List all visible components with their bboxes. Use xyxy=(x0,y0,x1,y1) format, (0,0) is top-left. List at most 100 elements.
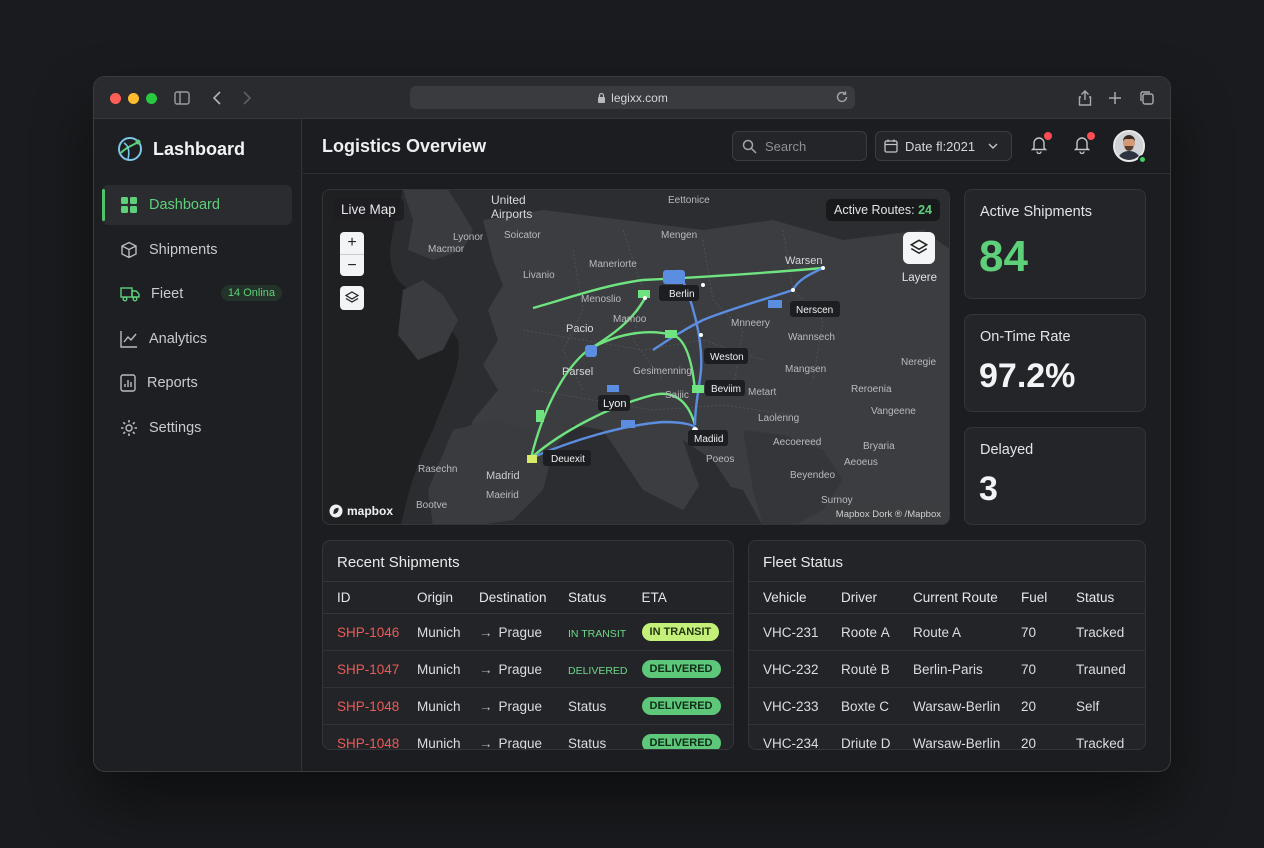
shipment-id[interactable]: SHP-1048 xyxy=(323,724,403,749)
sidebar-item-reports[interactable]: Reports xyxy=(102,363,292,403)
date-filter-dropdown[interactable]: Date fl:2021 xyxy=(875,131,1012,161)
route-cell: Berlin-Paris xyxy=(899,650,1007,688)
status-cell: Status xyxy=(554,724,628,749)
tabs-overview-icon[interactable] xyxy=(1137,88,1157,108)
report-icon xyxy=(120,374,136,392)
route-cell: Warsaw-Berlin xyxy=(899,724,1007,749)
browser-window: legixx.com Lashboard Dashboard Shipments… xyxy=(93,76,1171,772)
share-icon[interactable] xyxy=(1075,88,1095,108)
table-row[interactable]: SHP-1048 Munich → Prague Status DELIVERED xyxy=(323,687,733,725)
eta-cell: DELIVERED xyxy=(627,724,733,749)
header: Logistics Overview Date fl:2021 xyxy=(303,119,1170,174)
search-icon xyxy=(742,139,757,154)
notification-dot xyxy=(1087,132,1095,140)
city-deuexit: Deuexit xyxy=(551,454,585,465)
map-style-button[interactable] xyxy=(340,286,364,310)
search-input[interactable] xyxy=(765,138,860,154)
live-map[interactable]: United Airports Eettonice Mengen Warsen … xyxy=(322,189,950,525)
sidebar-item-analytics[interactable]: Analytics xyxy=(102,319,292,359)
sidebar-item-label: Analytics xyxy=(149,330,208,347)
table-row[interactable]: VHC-232 Routė B Berlin-Paris 70 Trauned xyxy=(749,650,1145,688)
sidebar-toggle-icon[interactable] xyxy=(172,88,192,108)
delayed-card: Delayed 3 xyxy=(964,427,1146,525)
svg-text:Parsel: Parsel xyxy=(562,366,593,378)
column-header[interactable]: Origin xyxy=(403,581,465,614)
sidebar-item-label: Reports xyxy=(147,375,198,391)
gear-icon xyxy=(121,419,137,436)
table-row[interactable]: VHC-231 Rootе A Route A 70 Tracked xyxy=(749,613,1145,651)
brand[interactable]: Lashboard xyxy=(116,135,245,163)
status-cell: Tracked xyxy=(1062,724,1145,749)
column-header[interactable]: ETA xyxy=(627,581,733,614)
truck-icon xyxy=(120,287,140,302)
svg-text:Bryaria: Bryaria xyxy=(863,441,895,452)
table-row[interactable]: VHC-234 Driute D Warsaw-Berlin 20 Tracke… xyxy=(749,724,1145,749)
back-icon[interactable] xyxy=(207,88,227,108)
address-bar[interactable]: legixx.com xyxy=(410,86,855,109)
svg-text:Saiiic: Saiiic xyxy=(665,390,689,401)
table-header-row: ID Origin Destination Status ETA xyxy=(323,581,733,614)
table-header-row: Vehicle Driver Current Route Fuel Status xyxy=(749,581,1145,614)
zoom-out-button[interactable]: − xyxy=(340,254,364,276)
column-header[interactable]: Current Route xyxy=(899,581,1007,614)
shipment-id[interactable]: SHP-1047 xyxy=(323,650,403,688)
table-row[interactable]: SHP-1047 Munich → Prague DELIVERED DELIVE… xyxy=(323,650,733,688)
zoom-in-button[interactable]: + xyxy=(340,232,364,254)
column-header[interactable]: Destination xyxy=(465,581,554,614)
shipment-id[interactable]: SHP-1046 xyxy=(323,613,403,651)
new-tab-icon[interactable] xyxy=(1105,88,1125,108)
table-row[interactable]: SHP-1048 Munich → Prague Status DELIVERED xyxy=(323,724,733,749)
svg-text:Wannsech: Wannsech xyxy=(788,332,835,343)
maximize-window-button[interactable] xyxy=(146,93,157,104)
status-cell: Status xyxy=(554,687,628,725)
layers-button[interactable] xyxy=(903,232,935,264)
stat-label: Active Shipments xyxy=(980,204,1093,220)
column-header[interactable]: Driver xyxy=(827,581,899,614)
shipment-id[interactable]: SHP-1048 xyxy=(323,687,403,725)
sidebar-item-label: Dashboard xyxy=(149,197,220,213)
table-row[interactable]: SHP-1046 Munich → Prague IN TRANSIT IN TR… xyxy=(323,613,733,651)
sidebar-item-label: Settings xyxy=(149,419,202,436)
forward-icon[interactable] xyxy=(237,88,257,108)
calendar-icon xyxy=(884,139,898,153)
destination-cell: → Prague xyxy=(465,650,554,688)
svg-text:Maneriorte: Maneriorte xyxy=(589,259,637,270)
origin-cell: Munich xyxy=(403,724,465,749)
reload-icon[interactable] xyxy=(835,90,849,104)
sidebar-item-dashboard[interactable]: Dashboard xyxy=(102,185,292,225)
table-row[interactable]: VHC-233 Boxte C Warsaw-Berlin 20 Self xyxy=(749,687,1145,725)
route-cell: Route A xyxy=(899,613,1007,651)
svg-text:Surnoy: Surnoy xyxy=(821,495,853,506)
status-badge: DELIVERED xyxy=(641,697,721,715)
city-madrid: Madrid xyxy=(486,470,520,482)
map-attribution[interactable]: Mapbox Dork ® /Mapbox xyxy=(830,507,946,522)
on-time-rate-value: 97.2% xyxy=(979,357,1076,395)
notifications-bell-button[interactable] xyxy=(1030,132,1052,155)
minimize-window-button[interactable] xyxy=(128,93,139,104)
svg-text:Livanio: Livanio xyxy=(523,270,555,281)
recent-shipments-panel: Recent Shipments ID Origin Destination S… xyxy=(322,540,734,750)
sidebar-item-shipments[interactable]: Shipments xyxy=(102,230,292,270)
column-header[interactable]: Status xyxy=(1062,581,1145,614)
svg-text:Menoslio: Menoslio xyxy=(581,294,621,305)
column-header[interactable]: ID xyxy=(323,581,403,614)
sidebar-item-settings[interactable]: Settings xyxy=(102,408,292,448)
search-box[interactable] xyxy=(732,131,867,161)
vehicle-cell: VHC-234 xyxy=(749,724,827,749)
svg-text:Eettonice: Eettonice xyxy=(668,195,710,206)
column-header[interactable]: Fuel xyxy=(1007,581,1062,614)
city-weston: Weston xyxy=(710,352,744,363)
sidebar-item-fleet[interactable]: Fieet 14 Onlina xyxy=(102,274,292,314)
column-header[interactable]: Status xyxy=(554,581,628,614)
fuel-cell: 20 xyxy=(1007,724,1062,749)
driver-cell: Driute D xyxy=(827,724,899,749)
alerts-bell-button[interactable] xyxy=(1073,132,1095,155)
close-window-button[interactable] xyxy=(110,93,121,104)
eta-cell: IN TRANSIT xyxy=(627,613,733,651)
on-time-rate-card: On-Time Rate 97.2% xyxy=(964,314,1146,412)
logo-globe-icon xyxy=(118,137,142,161)
sidebar-item-label: Shipments xyxy=(149,241,218,258)
recent-shipments-table: ID Origin Destination Status ETA SHP-104… xyxy=(323,581,733,749)
svg-text:Metart: Metart xyxy=(748,387,777,398)
column-header[interactable]: Vehicle xyxy=(749,581,827,614)
